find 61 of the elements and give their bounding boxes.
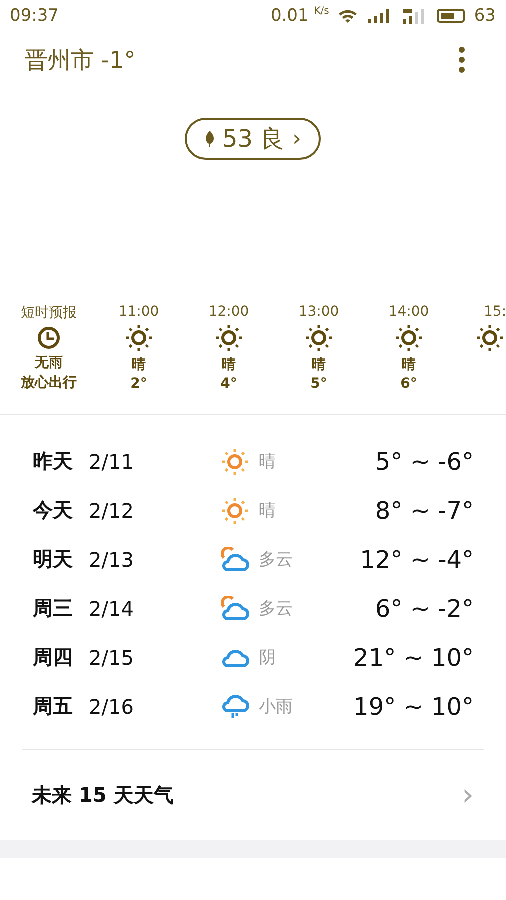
temperature-range: 8° ~ -7° — [375, 496, 474, 524]
sun-icon — [125, 324, 153, 352]
leaf-icon — [204, 131, 214, 147]
day-condition: 晴 — [259, 451, 276, 473]
hour-condition: 无雨 — [35, 354, 63, 372]
temperature-range: 6° ~ -2° — [375, 594, 474, 622]
temperature-range: 21° ~ 10° — [354, 644, 474, 672]
temperature-range: 12° ~ -4° — [360, 546, 474, 574]
battery-icon — [437, 9, 466, 23]
air-quality-button[interactable]: 53 良 › — [184, 118, 322, 160]
day-date: 2/13 — [89, 548, 135, 572]
partly-cloudy-icon — [220, 546, 250, 572]
sun-icon — [395, 324, 423, 352]
day-condition: 多云 — [259, 549, 293, 571]
hour-condition: 晴 — [312, 356, 326, 374]
rain-cloud-icon — [220, 692, 250, 720]
hour-temperature: 4° — [220, 376, 238, 392]
wifi-icon — [338, 8, 358, 24]
day-name: 周四 — [33, 644, 74, 671]
day-date: 2/16 — [89, 694, 135, 718]
hour-temperature: 2° — [130, 376, 148, 392]
day-condition: 小雨 — [259, 696, 293, 718]
day-name: 周三 — [33, 595, 74, 622]
sun-icon — [221, 496, 249, 524]
day-condition: 多云 — [259, 598, 293, 620]
more-options-icon[interactable] — [458, 46, 466, 74]
hour-condition: 晴 — [402, 356, 416, 374]
hour-label: 12:00 — [208, 304, 250, 320]
day-name: 今天 — [33, 497, 74, 524]
hour-label: 短时预报 — [21, 304, 77, 322]
hour-label: 14:00 — [388, 304, 430, 320]
hour-label: 13:00 — [298, 304, 340, 320]
city-title: 晋州市 -1° — [25, 46, 136, 76]
battery-percent: 63 — [474, 6, 496, 26]
day-condition: 阴 — [259, 647, 276, 669]
day-date: 2/14 — [89, 596, 135, 620]
hour-label: 11:00 — [118, 304, 160, 320]
day-name: 昨天 — [33, 448, 74, 475]
temperature-range: 5° ~ -6° — [375, 448, 474, 476]
sun-icon — [476, 324, 504, 352]
hour-label: 15: — [484, 304, 506, 320]
hour-temperature: 6° — [400, 376, 418, 392]
forecast-15-day-link[interactable]: 未来 15 天天气 › — [22, 750, 484, 840]
partly-cloudy-icon — [220, 596, 250, 622]
day-date: 2/15 — [89, 646, 135, 670]
day-name: 明天 — [33, 546, 74, 573]
hour-temperature: 放心出行 — [21, 374, 77, 392]
sun-icon — [305, 324, 333, 352]
sun-icon — [215, 324, 243, 352]
day-name: 周五 — [33, 693, 74, 720]
status-time: 09:37 — [10, 6, 59, 26]
network-speed: 0.01 K/s — [270, 6, 330, 26]
day-date: 2/12 — [89, 498, 135, 522]
temperature-range: 19° ~ 10° — [354, 692, 474, 720]
day-condition: 晴 — [259, 500, 276, 522]
clock-icon — [37, 326, 61, 350]
sun-icon — [221, 448, 249, 476]
day-date: 2/11 — [89, 450, 135, 474]
hour-condition: 晴 — [132, 356, 146, 374]
hour-temperature: 5° — [310, 376, 328, 392]
hour-condition: 晴 — [222, 356, 236, 374]
